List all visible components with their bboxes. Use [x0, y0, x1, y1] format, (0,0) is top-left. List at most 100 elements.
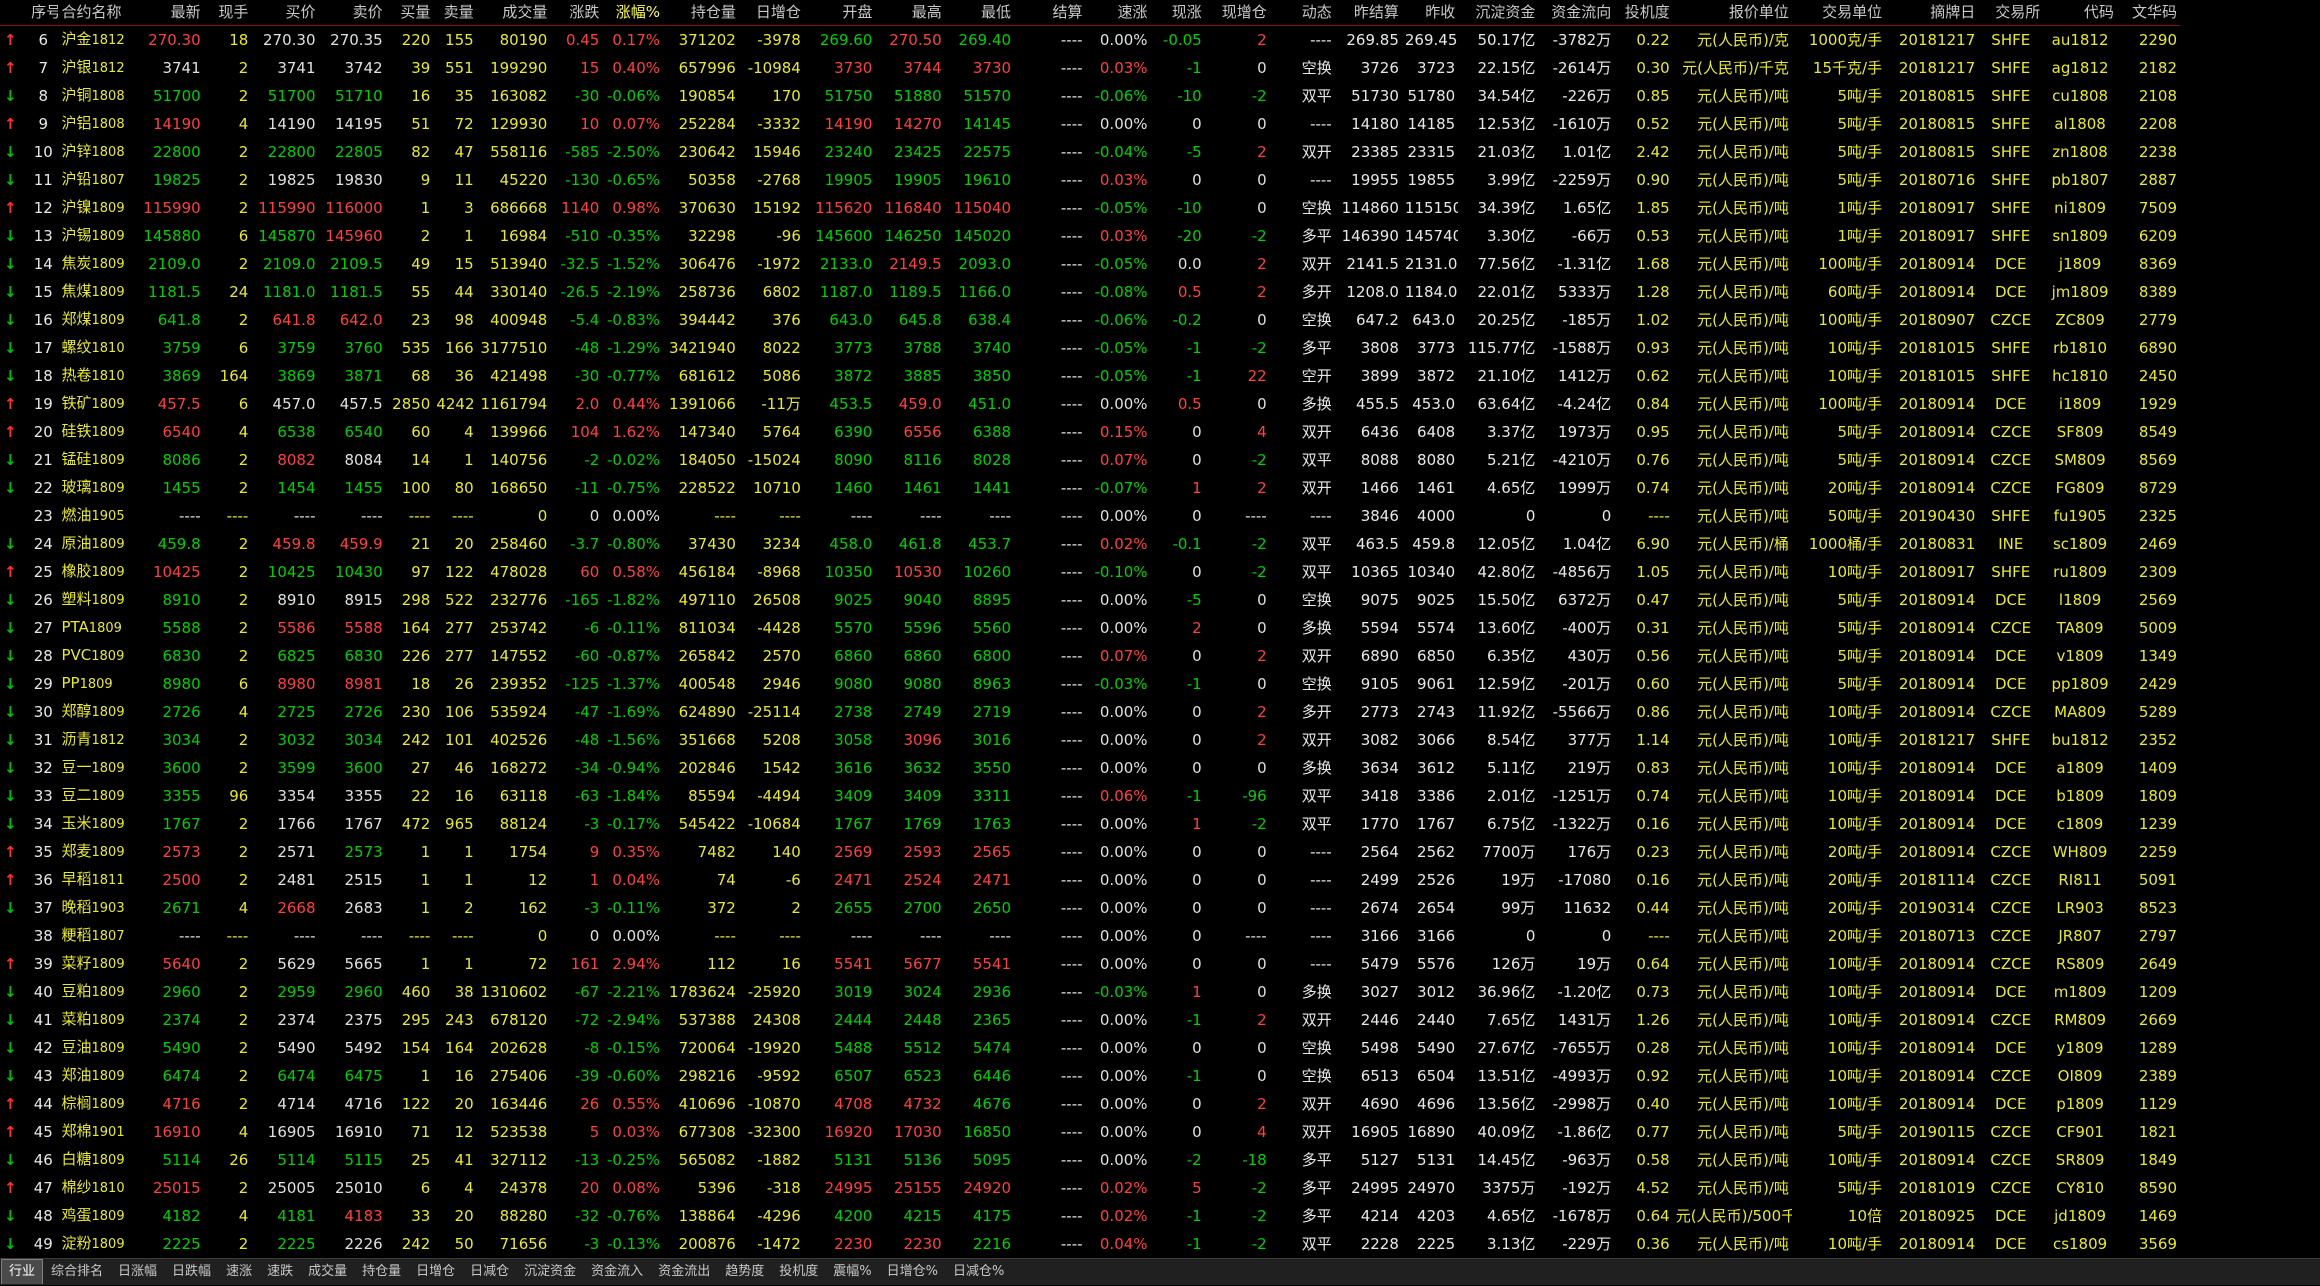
table-row[interactable]: ↓37晚稻1903267142668268312162-3-0.11%37222… — [0, 894, 2180, 922]
cell-vol: 24 — [204, 278, 252, 306]
column-header[interactable]: 持仓量 — [663, 0, 739, 26]
table-row[interactable]: ↓8沪铜180851700251700517101635163082-30-0.… — [0, 82, 2180, 110]
table-row[interactable]: ↓43郑油18096474264746475116275406-39-0.60%… — [0, 1062, 2180, 1090]
table-row[interactable]: ↓42豆油18095490254905492154164202628-8-0.1… — [0, 1034, 2180, 1062]
table-row[interactable]: ↓29PP180989806898089811826239352-125-1.3… — [0, 670, 2180, 698]
column-header[interactable]: 昨结算 — [1335, 0, 1402, 26]
table-row[interactable]: 38粳稻1807------------------------000.00%-… — [0, 922, 2180, 950]
column-header[interactable]: 最高 — [875, 0, 944, 26]
cell-delist: 20180914 — [1885, 754, 1978, 782]
cell-pct: -0.60% — [602, 1062, 663, 1090]
column-header[interactable]: 最新 — [136, 0, 203, 26]
column-header[interactable]: 涨幅% — [602, 0, 663, 26]
table-row[interactable]: ↑35郑麦1809257322571257311175490.35%748214… — [0, 838, 2180, 866]
column-header[interactable]: 交易单位 — [1792, 0, 1885, 26]
column-header[interactable]: 开盘 — [804, 0, 876, 26]
column-header[interactable]: 涨跌 — [550, 0, 602, 26]
tab-17[interactable]: 日减仓% — [946, 1260, 1011, 1284]
table-row[interactable]: ↓13沪锡180914588061458701459602116984-510-… — [0, 222, 2180, 250]
column-header[interactable]: 卖价 — [319, 0, 386, 26]
tab-3[interactable]: 日跌幅 — [165, 1260, 218, 1284]
table-row[interactable]: ↓15焦煤18091181.5241181.01181.55544330140-… — [0, 278, 2180, 306]
column-header[interactable]: 动态 — [1270, 0, 1335, 26]
column-header[interactable]: 报价单位 — [1673, 0, 1792, 26]
column-header[interactable]: 合约名称 — [58, 0, 136, 26]
column-header[interactable]: 买价 — [251, 0, 318, 26]
table-row[interactable]: ↓14焦炭18092109.022109.02109.54915513940-3… — [0, 250, 2180, 278]
table-row[interactable]: ↓32豆一180936002359936002746168272-34-0.94… — [0, 754, 2180, 782]
tab-4[interactable]: 速涨 — [219, 1260, 259, 1284]
tab-16[interactable]: 日增仓% — [880, 1260, 945, 1284]
column-header[interactable]: 现手 — [204, 0, 252, 26]
table-row[interactable]: ↓34玉米1809176721766176747296588124-3-0.17… — [0, 810, 2180, 838]
column-header[interactable]: 速涨 — [1086, 0, 1151, 26]
table-row[interactable]: 23燃油1905------------------------000.00%-… — [0, 502, 2180, 530]
table-row[interactable]: ↑6沪金1812270.3018270.30270.35220155801900… — [0, 26, 2180, 55]
table-row[interactable]: ↓18热卷18103869164386938716836421498-30-0.… — [0, 362, 2180, 390]
table-row[interactable]: ↓22玻璃1809145521454145510080168650-11-0.7… — [0, 474, 2180, 502]
column-header[interactable]: 摘牌日 — [1885, 0, 1978, 26]
table-row[interactable]: ↓28PVC18096830268256830226277147552-60-0… — [0, 642, 2180, 670]
table-row[interactable]: ↓16郑煤1809641.82641.8642.02398400948-5.4-… — [0, 306, 2180, 334]
table-row[interactable]: ↓31沥青18123034230323034242101402526-48-1.… — [0, 726, 2180, 754]
table-row[interactable]: ↓46白糖1809511426511451152541327112-13-0.2… — [0, 1146, 2180, 1174]
table-row[interactable]: ↑39菜籽1809564025629566511721612.94%112165… — [0, 950, 2180, 978]
tab-0[interactable]: 行业 — [1, 1259, 43, 1284]
column-header[interactable]: 资金流向 — [1538, 0, 1614, 26]
table-row[interactable]: ↓49淀粉180922252222522262425071656-3-0.13%… — [0, 1230, 2180, 1258]
tab-9[interactable]: 日减仓 — [463, 1260, 516, 1284]
tab-7[interactable]: 持仓量 — [355, 1260, 408, 1284]
table-row[interactable]: ↑44棕榈1809471624714471612220163446260.55%… — [0, 1090, 2180, 1118]
table-row[interactable]: ↓11沪铅1807198252198251983091145220-130-0.… — [0, 166, 2180, 194]
table-row[interactable]: ↑9沪铝180814190414190141955172129930100.07… — [0, 110, 2180, 138]
table-row[interactable]: ↑20硅铁180965404653865406041399661041.62%1… — [0, 418, 2180, 446]
table-row[interactable]: ↑25橡胶1809104252104251043097122478028600.… — [0, 558, 2180, 586]
tab-13[interactable]: 趋势度 — [718, 1260, 771, 1284]
column-header[interactable]: 代码 — [2043, 0, 2117, 26]
table-row[interactable]: ↓40豆粕18092960229592960460381310602-67-2.… — [0, 978, 2180, 1006]
table-row[interactable]: ↓33豆二180933559633543355221663118-63-1.84… — [0, 782, 2180, 810]
column-header[interactable]: 序号 — [28, 0, 58, 26]
tab-15[interactable]: 震幅% — [826, 1260, 878, 1284]
table-row[interactable]: ↓41菜粕18092374223742375295243678120-72-2.… — [0, 1006, 2180, 1034]
table-row[interactable]: ↓30郑醇18092726427252726230106535924-47-1.… — [0, 698, 2180, 726]
tab-6[interactable]: 成交量 — [301, 1260, 354, 1284]
table-row[interactable]: ↓21锰硅18098086280828084141140756-2-0.02%1… — [0, 446, 2180, 474]
tab-5[interactable]: 速跌 — [260, 1260, 300, 1284]
tab-10[interactable]: 沉淀资金 — [517, 1260, 583, 1284]
table-row[interactable]: ↓27PTA18095588255865588164277253742-6-0.… — [0, 614, 2180, 642]
table-row[interactable]: ↓10沪锌180822800222800228058247558116-585-… — [0, 138, 2180, 166]
cell-code: MA809 — [2043, 698, 2117, 726]
table-row[interactable]: ↓26塑料18098910289108915298522232776-165-1… — [0, 586, 2180, 614]
column-header[interactable]: 卖量 — [433, 0, 476, 26]
table-row[interactable]: ↓24原油1809459.82459.8459.92120258460-3.7-… — [0, 530, 2180, 558]
column-header[interactable]: 投机度 — [1614, 0, 1673, 26]
table-row[interactable]: ↑36早稻18112500224812515111210.04%74-62471… — [0, 866, 2180, 894]
table-row[interactable]: ↑19铁矿1809457.56457.0457.5285042421161794… — [0, 390, 2180, 418]
column-header[interactable]: 最低 — [945, 0, 1014, 26]
quote-table[interactable]: 序号合约名称最新现手买价卖价买量卖量成交量涨跌涨幅%持仓量日增仓开盘最高最低结算… — [0, 0, 2180, 1286]
column-header[interactable]: 买量 — [386, 0, 434, 26]
tab-11[interactable]: 资金流入 — [584, 1260, 650, 1284]
contract-name: 沪金 — [61, 30, 91, 48]
tab-1[interactable]: 综合排名 — [44, 1260, 110, 1284]
table-row[interactable]: ↑7沪银1812374123741374239551199290150.40%6… — [0, 54, 2180, 82]
table-row[interactable]: ↑45郑棉19011691041690516910711252353850.03… — [0, 1118, 2180, 1146]
tab-8[interactable]: 日增仓 — [409, 1260, 462, 1284]
table-row[interactable]: ↓48鸡蛋18094182441814183332088280-32-0.76%… — [0, 1202, 2180, 1230]
table-row[interactable]: ↑12沪镍18091159902115990116000136866681140… — [0, 194, 2180, 222]
column-header[interactable]: 文华码 — [2117, 0, 2180, 26]
table-row[interactable]: ↑47棉纱181025015225005250106424378200.08%5… — [0, 1174, 2180, 1202]
column-header[interactable]: 结算 — [1014, 0, 1086, 26]
column-header[interactable]: 现增仓 — [1205, 0, 1270, 26]
column-header[interactable]: 现涨 — [1151, 0, 1205, 26]
column-header[interactable]: 交易所 — [1978, 0, 2043, 26]
tab-14[interactable]: 投机度 — [772, 1260, 825, 1284]
column-header[interactable]: 昨收 — [1402, 0, 1458, 26]
column-header[interactable]: 日增仓 — [739, 0, 804, 26]
column-header[interactable]: 沉淀资金 — [1458, 0, 1538, 26]
table-row[interactable]: ↓17螺纹181037596375937605351663177510-48-1… — [0, 334, 2180, 362]
column-header[interactable]: 成交量 — [477, 0, 551, 26]
tab-12[interactable]: 资金流出 — [651, 1260, 717, 1284]
tab-2[interactable]: 日涨幅 — [111, 1260, 164, 1284]
